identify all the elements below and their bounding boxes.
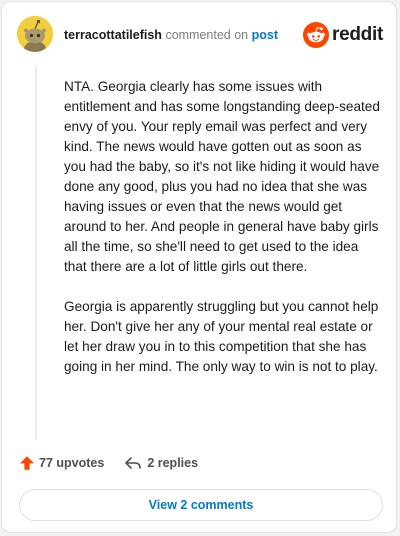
snoo-avatar-icon (17, 16, 53, 52)
upvote-count: 77 upvotes (39, 456, 105, 470)
upvote-arrow-icon (20, 456, 34, 470)
commented-on-text: commented on (165, 28, 249, 42)
reddit-wordmark: reddit (332, 24, 383, 45)
comment-paragraph: NTA. Georgia clearly has some issues wit… (64, 79, 380, 274)
view-comments-label: View 2 comments (148, 498, 254, 512)
comment-body: NTA. Georgia clearly has some issues wit… (64, 77, 382, 397)
comment-header: terracottatilefish commented on post red… (2, 2, 396, 66)
reddit-logo[interactable]: reddit (303, 22, 383, 48)
thread-line (35, 66, 37, 440)
reply-arrow-icon (125, 457, 142, 469)
replies-button[interactable]: 2 replies (124, 455, 198, 471)
author-username[interactable]: terracottatilefish (64, 28, 162, 42)
reddit-snoo-icon (303, 22, 330, 48)
upvote-button[interactable]: 77 upvotes (19, 455, 104, 471)
comment-card: terracottatilefish commented on post red… (1, 1, 397, 533)
post-link[interactable]: post (252, 28, 278, 42)
comment-paragraph: Georgia is apparently struggling but you… (64, 299, 379, 374)
user-avatar[interactable] (17, 16, 53, 52)
view-comments-button[interactable]: View 2 comments (19, 489, 383, 521)
author-line: terracottatilefish commented on post (64, 28, 278, 42)
comment-actions: 77 upvotes 2 replies (19, 455, 198, 471)
reply-count: 2 replies (147, 456, 199, 470)
